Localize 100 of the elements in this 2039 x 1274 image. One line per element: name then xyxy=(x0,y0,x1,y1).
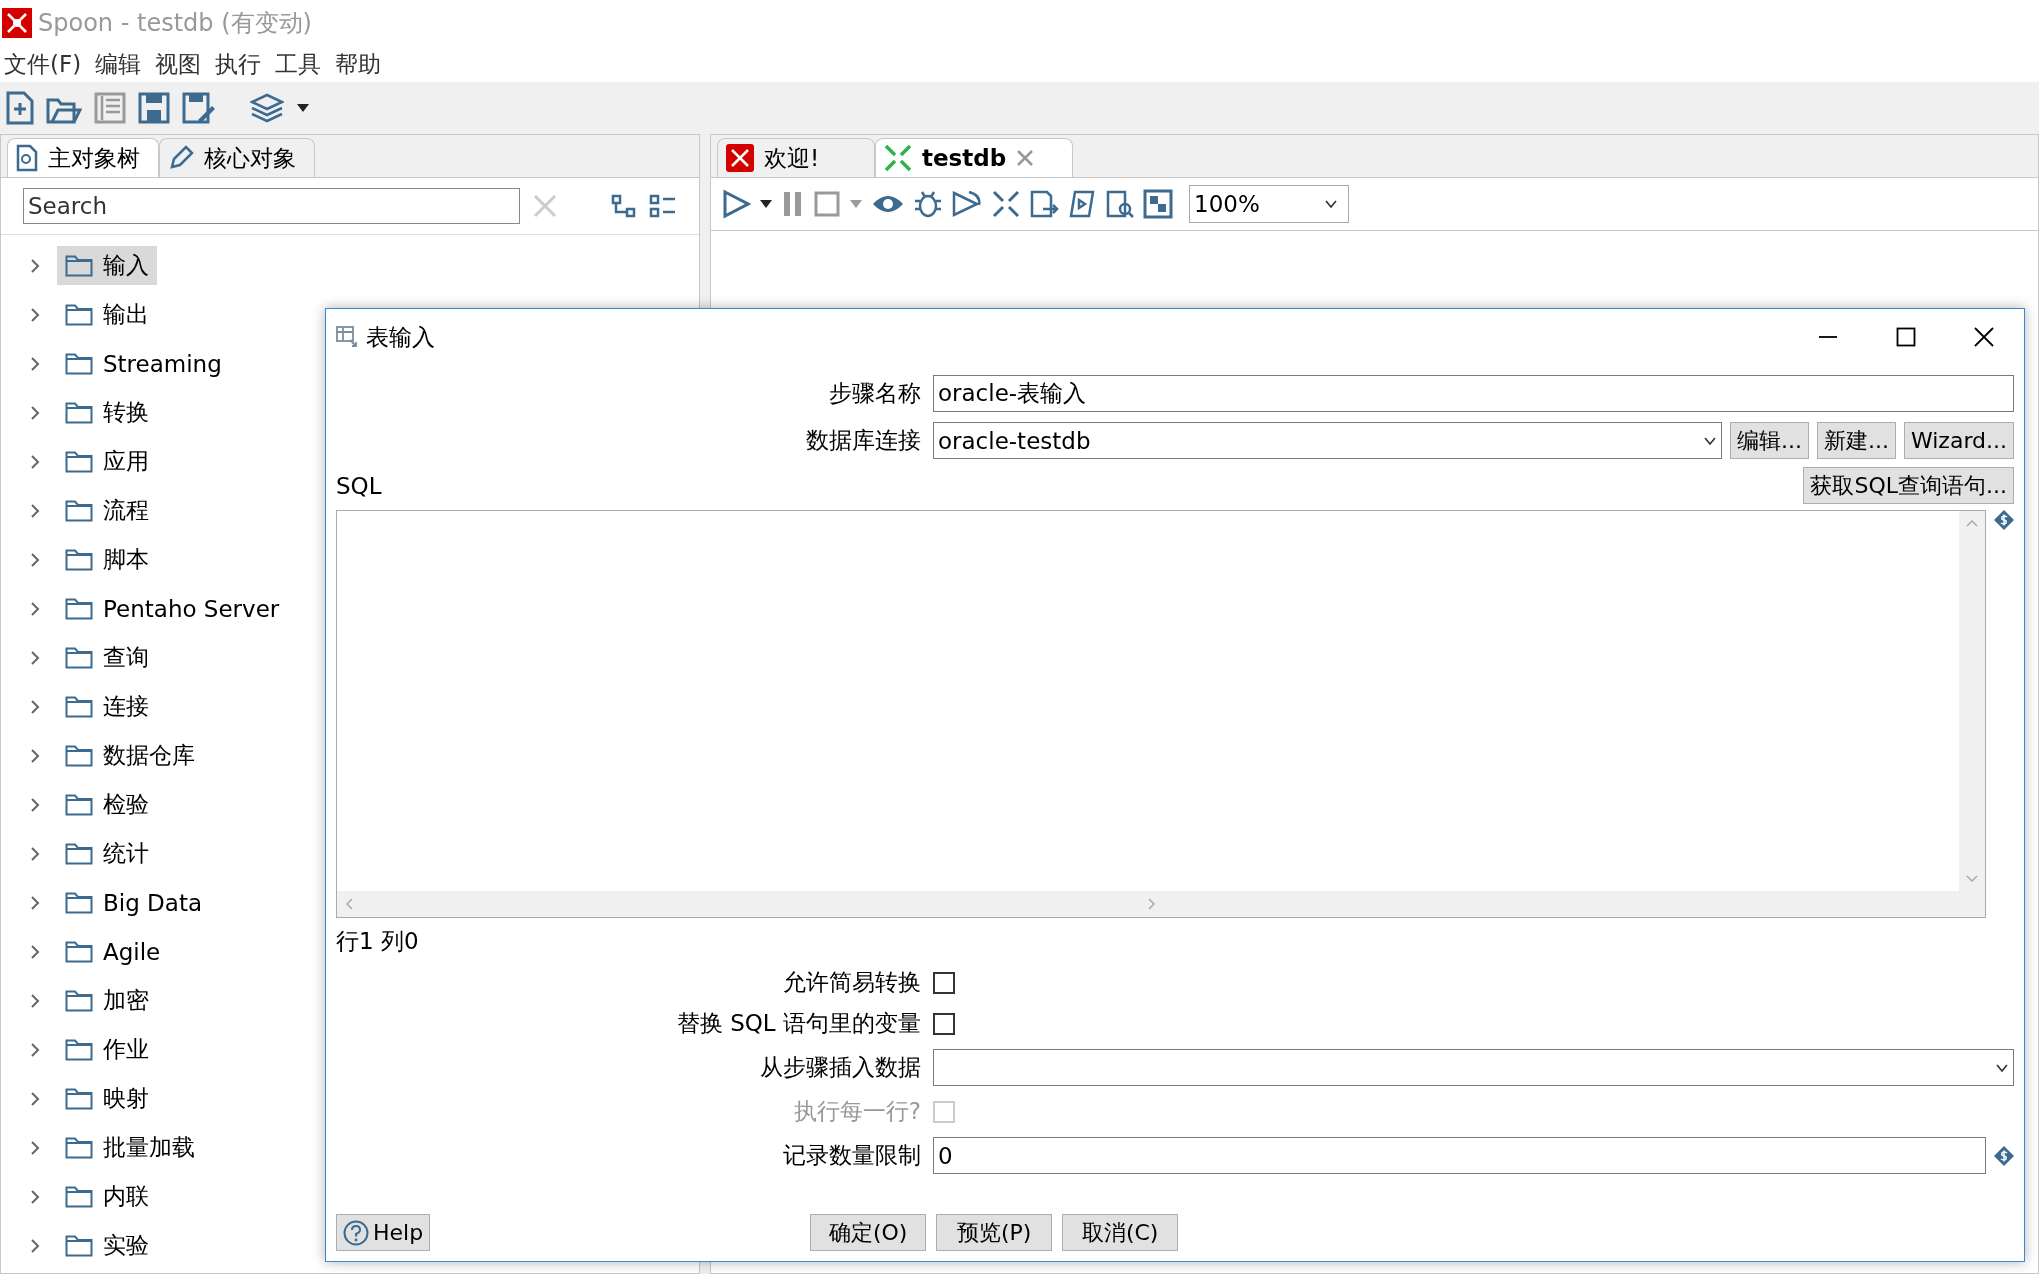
tree-item[interactable]: 输入 xyxy=(57,246,157,285)
menu-item[interactable]: 执行 xyxy=(215,48,262,80)
pencil-icon xyxy=(168,145,194,171)
bug-icon[interactable] xyxy=(913,189,943,219)
tree-item[interactable]: 输出 xyxy=(57,295,157,334)
expand-chevron-icon[interactable] xyxy=(29,453,41,470)
script-icon[interactable] xyxy=(1067,189,1097,219)
save-icon[interactable] xyxy=(138,92,170,124)
expand-chevron-icon[interactable] xyxy=(29,943,41,960)
folder-icon xyxy=(65,842,93,865)
step-name-field[interactable]: oracle-表输入 xyxy=(933,375,2014,412)
menu-item[interactable]: 工具 xyxy=(275,48,322,80)
expand-chevron-icon[interactable] xyxy=(29,649,41,666)
tree-item[interactable]: Agile xyxy=(57,934,169,969)
expand-chevron-icon[interactable] xyxy=(29,404,41,421)
dialog-button[interactable]: 预览(P) xyxy=(936,1214,1053,1251)
expand-chevron-icon[interactable] xyxy=(29,1188,41,1205)
expand-chevron-icon[interactable] xyxy=(29,1237,41,1254)
layers-icon[interactable] xyxy=(250,93,284,123)
panel-tab[interactable]: 核心对象 xyxy=(159,138,315,177)
save-as-icon[interactable] xyxy=(182,92,216,124)
document-arrow-icon[interactable] xyxy=(1029,189,1059,219)
expand-chevron-icon[interactable] xyxy=(29,894,41,911)
document-search-icon[interactable] xyxy=(1105,189,1135,219)
dialog-button[interactable]: 取消(C) xyxy=(1062,1214,1179,1251)
tree-item[interactable]: 应用 xyxy=(57,442,157,481)
tree-item[interactable]: 连接 xyxy=(57,687,157,726)
field-label: 数据库连接 xyxy=(805,426,921,455)
zoom-dropdown[interactable]: 100% xyxy=(1189,185,1349,223)
menu-item[interactable]: 编辑 xyxy=(95,48,142,80)
new-file-icon[interactable] xyxy=(6,91,34,125)
list-view-icon[interactable] xyxy=(649,194,677,218)
tree-item[interactable]: 检验 xyxy=(57,785,157,824)
folder-icon xyxy=(65,940,93,963)
expand-chevron-icon[interactable] xyxy=(29,355,41,372)
caret-icon[interactable] xyxy=(296,103,310,113)
expand-chevron-icon[interactable] xyxy=(29,1139,41,1156)
tree-item[interactable]: 流程 xyxy=(57,491,157,530)
connection-button[interactable]: Wizard... xyxy=(1904,422,2014,459)
dropdown-chevron-icon[interactable] xyxy=(1324,199,1338,209)
expand-chevron-icon[interactable] xyxy=(29,845,41,862)
tree-item[interactable]: 内联 xyxy=(57,1177,157,1216)
search-field[interactable]: Search xyxy=(23,188,521,224)
step-dropdown[interactable] xyxy=(933,1049,2014,1086)
expand-chevron-icon[interactable] xyxy=(29,796,41,813)
folder-icon xyxy=(65,793,93,816)
window-title: Spoon - testdb (有变动) xyxy=(38,8,312,39)
document-search-icon xyxy=(16,144,38,172)
run-icon[interactable] xyxy=(721,189,751,219)
help-button[interactable]: Help xyxy=(336,1214,431,1251)
dropdown-chevron-icon[interactable] xyxy=(1995,1062,2009,1073)
menu-item[interactable]: 视图 xyxy=(155,48,202,80)
transformation-icon xyxy=(884,144,912,172)
expand-chevron-icon[interactable] xyxy=(29,257,41,274)
tree-item[interactable]: 实验 xyxy=(57,1226,157,1265)
tree-item[interactable]: 统计 xyxy=(57,834,157,873)
expand-chevron-icon[interactable] xyxy=(29,698,41,715)
tree-item[interactable]: 数据仓库 xyxy=(57,736,203,775)
tree-item[interactable]: Pentaho Server xyxy=(57,591,288,626)
option-label: 替换 SQL 语句里的变量 xyxy=(675,1009,921,1038)
expand-chevron-icon[interactable] xyxy=(29,502,41,519)
tree-item[interactable]: 批量加载 xyxy=(57,1128,203,1167)
folder-icon xyxy=(65,891,93,914)
limit-field[interactable]: 0 xyxy=(933,1137,1986,1174)
stop-icon[interactable] xyxy=(813,190,841,218)
get-sql-button[interactable]: 获取SQL查询语句... xyxy=(1803,467,2014,504)
replay-icon[interactable] xyxy=(951,189,983,219)
tree-item[interactable]: Big Data xyxy=(57,885,210,920)
connection-button[interactable]: 编辑... xyxy=(1730,422,1809,459)
dropdown-chevron-icon[interactable] xyxy=(1703,435,1717,446)
expand-chevron-icon[interactable] xyxy=(29,1090,41,1107)
connection-button[interactable]: 新建... xyxy=(1817,422,1896,459)
expand-chevron-icon[interactable] xyxy=(29,600,41,617)
expand-chevron-icon[interactable] xyxy=(29,1041,41,1058)
expand-chevron-icon[interactable] xyxy=(29,992,41,1009)
grid-toggle-icon[interactable] xyxy=(1143,189,1173,219)
tree-item[interactable]: 转换 xyxy=(57,393,157,432)
tree-item[interactable]: 查询 xyxy=(57,638,157,677)
menu-item[interactable]: 帮助 xyxy=(335,48,382,80)
tree-item[interactable]: 作业 xyxy=(57,1030,157,1069)
expand-chevron-icon[interactable] xyxy=(29,306,41,323)
caret-icon[interactable] xyxy=(759,199,773,209)
panel-tab[interactable]: 主对象树 xyxy=(7,138,159,177)
tree-item[interactable]: 映射 xyxy=(57,1079,157,1118)
folder-icon xyxy=(65,450,93,473)
checkbox[interactable] xyxy=(933,971,955,994)
maximize-icon[interactable] xyxy=(1896,327,1916,347)
editor-tab[interactable]: 欢迎! xyxy=(717,138,875,177)
expand-chevron-icon[interactable] xyxy=(29,551,41,568)
editor-tab[interactable]: testdb xyxy=(875,138,1073,177)
tree-view-icon[interactable] xyxy=(611,194,637,218)
expand-chevron-icon[interactable] xyxy=(29,747,41,764)
connection-dropdown[interactable]: oracle-testdb xyxy=(933,422,1722,459)
checkbox[interactable] xyxy=(933,1012,955,1035)
close-icon[interactable] xyxy=(1974,327,1994,347)
tree-item[interactable]: 加密 xyxy=(57,981,157,1020)
dialog-button[interactable]: 确定(O) xyxy=(810,1214,927,1251)
tree-item[interactable]: 脚本 xyxy=(57,540,157,579)
tree-item[interactable]: Streaming xyxy=(57,346,230,381)
menu-item[interactable]: 文件(F) xyxy=(4,48,82,80)
